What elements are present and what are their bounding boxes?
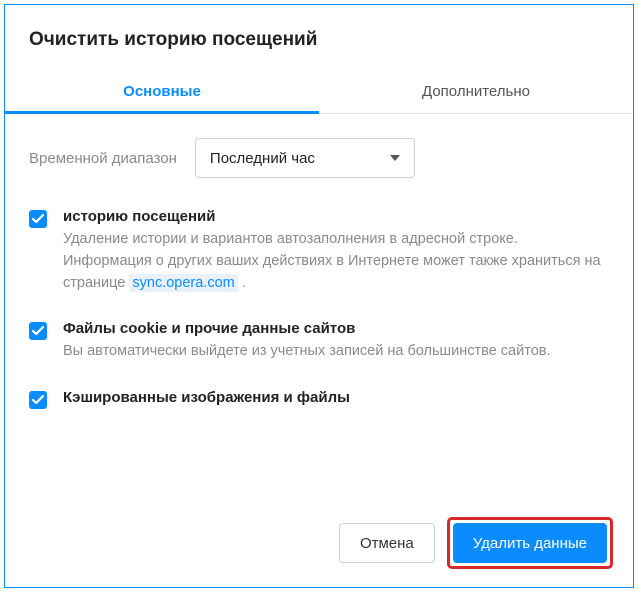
clear-data-button[interactable]: Удалить данные	[453, 523, 607, 563]
time-range-row: Временной диапазон Последний час	[29, 138, 609, 178]
option-cache-body: Кэшированные изображения и файлы	[63, 389, 609, 410]
chevron-down-icon	[390, 155, 400, 161]
option-cache-title: Кэшированные изображения и файлы	[63, 389, 609, 406]
time-range-value: Последний час	[210, 150, 315, 167]
clear-history-dialog: Очистить историю посещений Основные Допо…	[4, 4, 634, 588]
time-range-label: Временной диапазон	[29, 150, 177, 167]
checkbox-history[interactable]	[29, 210, 47, 228]
option-history: историю посещений Удаление истории и вар…	[29, 208, 609, 294]
option-history-title: историю посещений	[63, 208, 609, 225]
time-range-select[interactable]: Последний час	[195, 138, 415, 178]
check-icon	[32, 395, 44, 405]
option-cookies-desc: Вы автоматически выйдете из учетных запи…	[63, 341, 609, 363]
check-icon	[32, 326, 44, 336]
clear-button-highlight: Удалить данные	[447, 517, 613, 569]
option-cookies-body: Файлы cookie и прочие данные сайтов Вы а…	[63, 320, 609, 363]
dialog-title: Очистить историю посещений	[5, 5, 633, 71]
sync-link[interactable]: sync.opera.com	[129, 274, 237, 292]
tab-basic[interactable]: Основные	[5, 71, 319, 114]
checkbox-cache[interactable]	[29, 391, 47, 409]
tabs: Основные Дополнительно	[5, 71, 633, 114]
check-icon	[32, 214, 44, 224]
option-history-body: историю посещений Удаление истории и вар…	[63, 208, 609, 294]
option-history-desc: Удаление истории и вариантов автозаполне…	[63, 229, 609, 294]
checkbox-cookies[interactable]	[29, 322, 47, 340]
tab-advanced[interactable]: Дополнительно	[319, 71, 633, 113]
dialog-content: Временной диапазон Последний час историю…	[5, 114, 633, 499]
option-cache: Кэшированные изображения и файлы	[29, 389, 609, 410]
cancel-button[interactable]: Отмена	[339, 523, 435, 563]
option-cookies-title: Файлы cookie и прочие данные сайтов	[63, 320, 609, 337]
option-cookies: Файлы cookie и прочие данные сайтов Вы а…	[29, 320, 609, 363]
dialog-footer: Отмена Удалить данные	[5, 499, 633, 587]
